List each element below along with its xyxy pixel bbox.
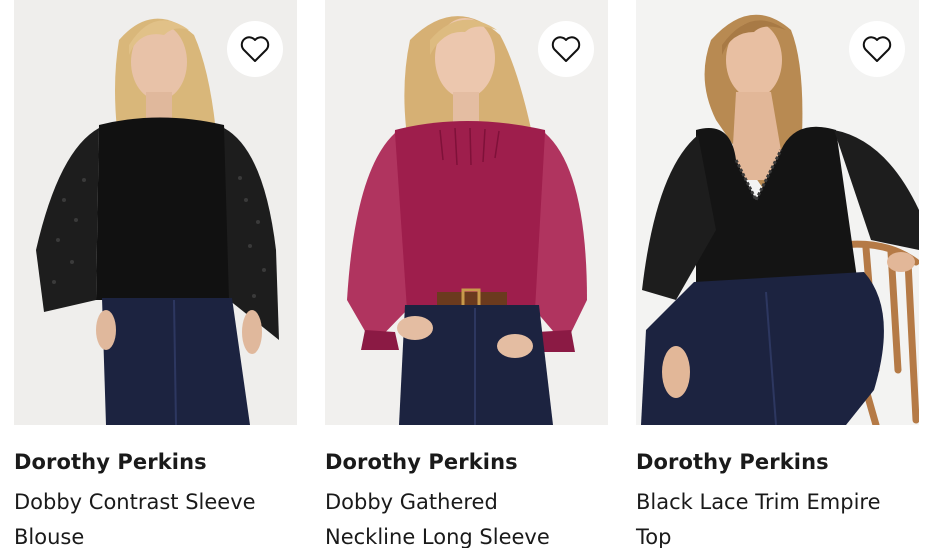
product-card[interactable]: Dorothy Perkins Dobby Gathered Neckline … — [325, 0, 608, 548]
wishlist-button[interactable] — [849, 21, 905, 77]
product-image[interactable] — [325, 0, 608, 425]
product-brand[interactable]: Dorothy Perkins — [14, 448, 297, 476]
product-grid: Dorothy Perkins Dobby Contrast Sleeve Bl… — [0, 0, 935, 548]
product-title-line: Dobby Gathered — [325, 490, 498, 514]
heart-outline-icon — [240, 36, 270, 62]
wishlist-button[interactable] — [538, 21, 594, 77]
product-title-line: Black Lace Trim Empire — [636, 490, 881, 514]
product-title[interactable]: Black Lace Trim Empire Top — [636, 485, 916, 548]
product-image[interactable] — [14, 0, 297, 425]
wishlist-button[interactable] — [227, 21, 283, 77]
product-title[interactable]: Dobby Gathered Neckline Long Sleeve — [325, 485, 605, 548]
product-title-line: Blouse — [14, 525, 85, 548]
product-title-line: Top — [636, 525, 672, 548]
product-image[interactable] — [636, 0, 919, 425]
product-brand[interactable]: Dorothy Perkins — [636, 448, 919, 476]
product-card[interactable]: Dorothy Perkins Dobby Contrast Sleeve Bl… — [14, 0, 297, 548]
heart-outline-icon — [862, 36, 892, 62]
product-title[interactable]: Dobby Contrast Sleeve Blouse — [14, 485, 294, 548]
product-title-line: Neckline Long Sleeve — [325, 525, 550, 548]
heart-outline-icon — [551, 36, 581, 62]
product-brand[interactable]: Dorothy Perkins — [325, 448, 608, 476]
product-card[interactable]: Dorothy Perkins Black Lace Trim Empire T… — [636, 0, 919, 548]
product-title-line: Dobby Contrast Sleeve — [14, 490, 256, 514]
